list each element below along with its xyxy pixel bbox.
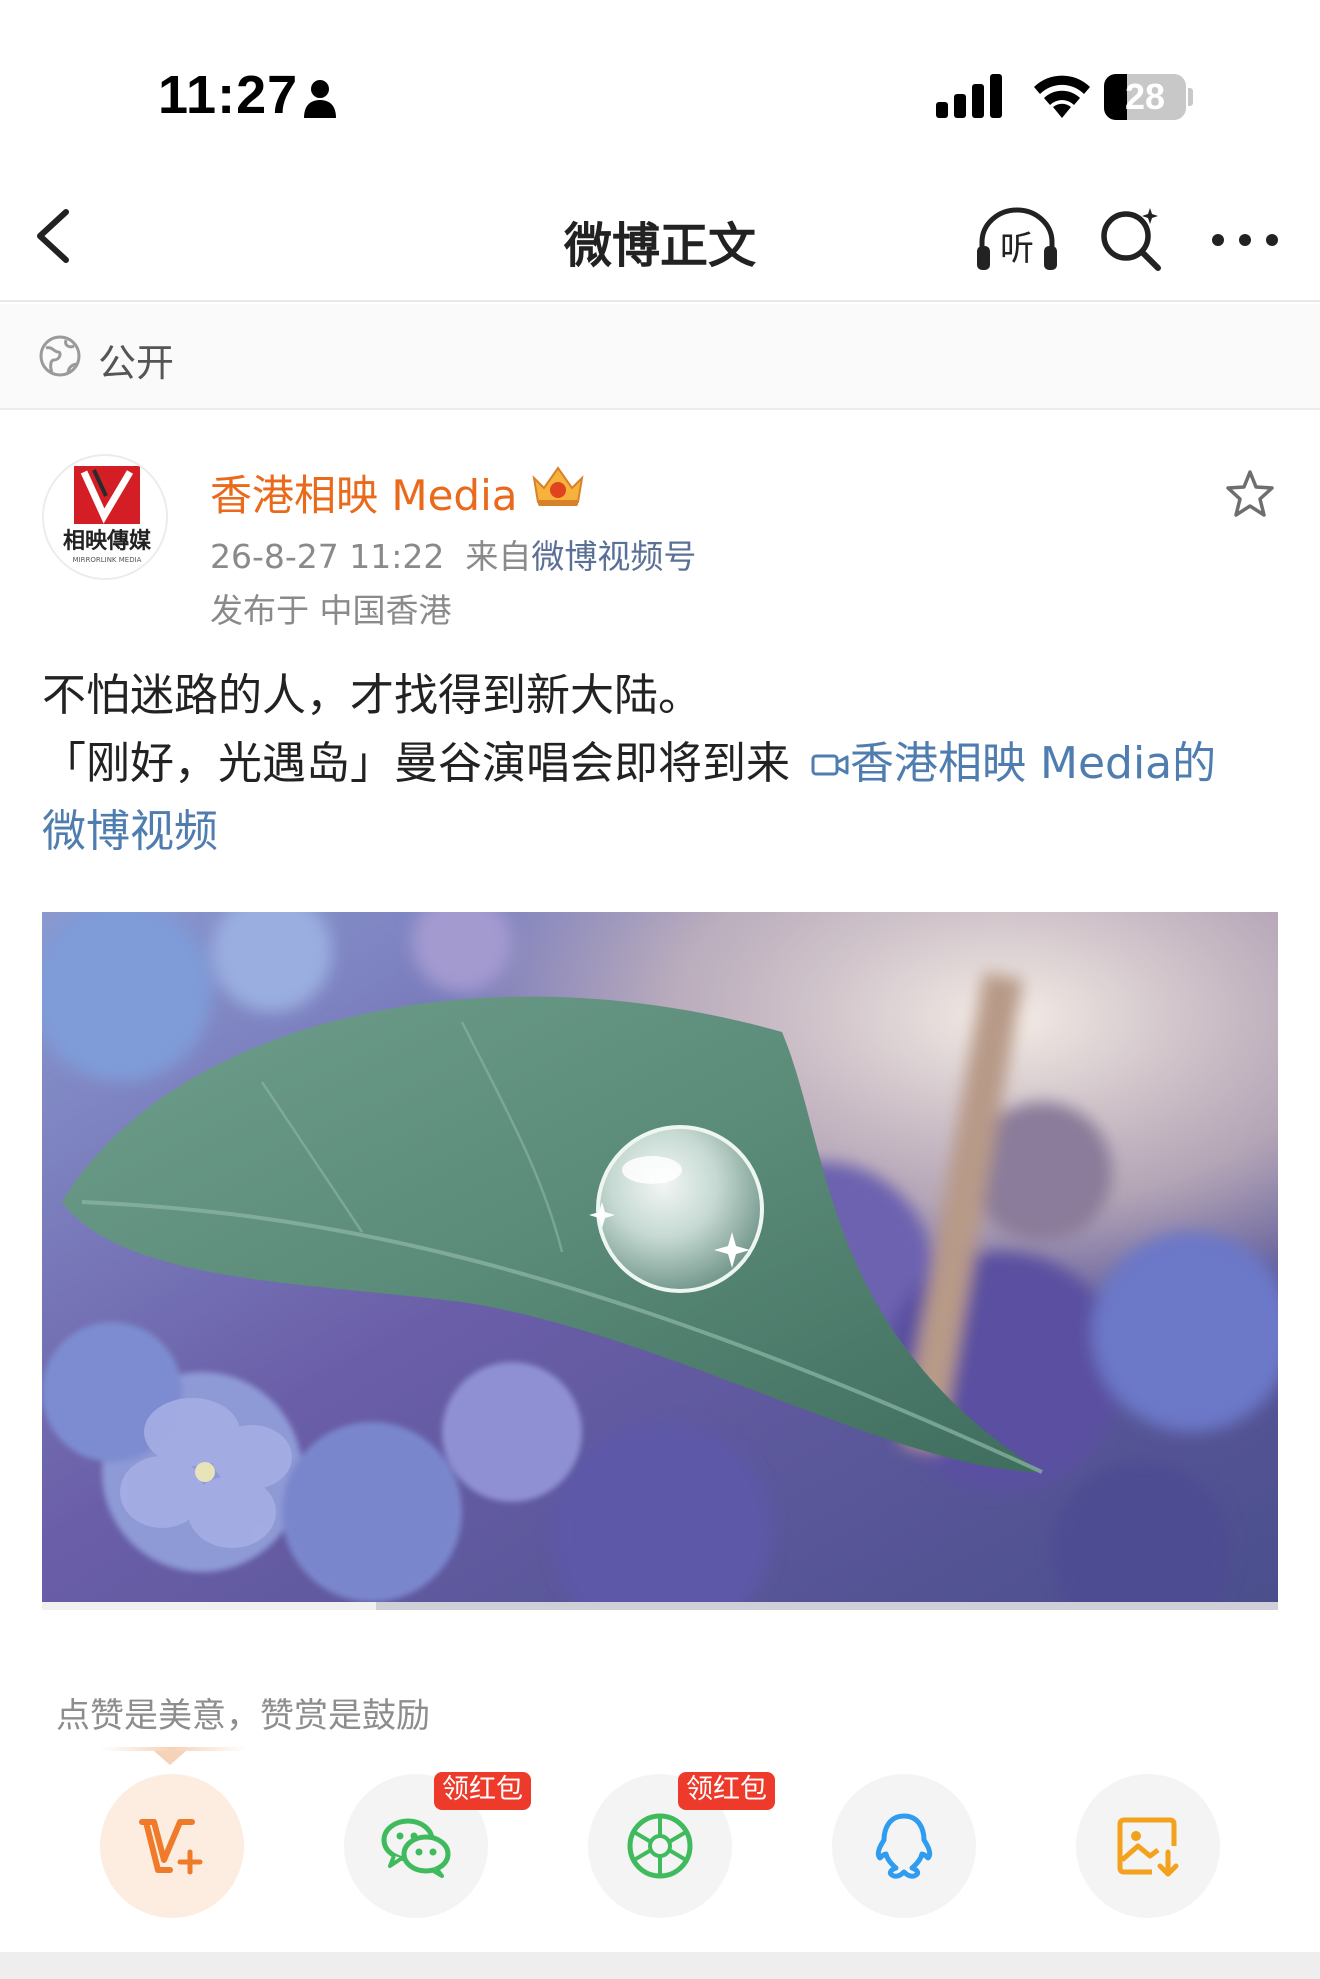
post-line-2-text: 「刚好，光遇岛」曼谷演唱会即将到来: [42, 738, 790, 789]
moments-icon: [627, 1813, 693, 1879]
avatar-subtext: MIRRORLINK MEDIA: [73, 556, 142, 564]
video-camera-icon: [811, 754, 849, 776]
hint-pointer: [154, 1751, 186, 1765]
listen-icon[interactable]: 听: [974, 204, 1060, 274]
video-player[interactable]: [42, 912, 1278, 1610]
avatar[interactable]: 相映傳媒 MIRRORLINK MEDIA: [42, 454, 168, 580]
save-image-button[interactable]: [1076, 1774, 1220, 1918]
video-frame-image: [42, 912, 1278, 1610]
video-progress-fill: [42, 1602, 376, 1610]
qq-share-button[interactable]: [832, 1774, 976, 1918]
nav-bar: 微博正文 听: [0, 170, 1320, 302]
more-icon[interactable]: [1210, 230, 1280, 250]
wifi-icon: [1034, 75, 1090, 118]
post-meta: 26-8-27 11:22 来自微博视频号: [210, 530, 696, 578]
listen-label: 听: [1000, 229, 1034, 269]
globe-icon: [39, 335, 81, 377]
bottom-comment-bar-edge: [0, 1952, 1320, 1979]
person-icon: [304, 80, 336, 118]
v-plus-icon: [139, 1819, 203, 1875]
red-packet-badge: 领红包: [678, 1772, 775, 1810]
crown-icon[interactable]: [530, 462, 586, 508]
video-link[interactable]: 香港相映 Media的: [804, 738, 1216, 789]
post-source-prefix: 来自: [465, 537, 532, 576]
status-time: 11:27: [158, 65, 299, 125]
reward-hint: 点赞是美意，赞赏是鼓励: [56, 1696, 430, 1736]
search-icon[interactable]: [1096, 204, 1166, 274]
battery-icon: 28: [1104, 74, 1193, 120]
reward-button[interactable]: [100, 1774, 244, 1918]
post-text: 不怕迷路的人，才找得到新大陆。 「刚好，光遇岛」曼谷演唱会即将到来 香港相映 M…: [42, 662, 1282, 866]
cellular-signal-icon: [936, 74, 1002, 118]
post-location: 发布于 中国香港: [210, 591, 452, 630]
avatar-text: 相映傳媒: [63, 528, 152, 554]
post-line-1: 不怕迷路的人，才找得到新大陆。: [42, 670, 702, 721]
favorite-star-icon[interactable]: [1224, 468, 1276, 520]
video-link-text-2[interactable]: 微博视频: [42, 798, 1282, 866]
battery-percentage: 28: [1124, 76, 1166, 117]
visibility-row: 公开: [0, 304, 1320, 410]
video-progress-bar[interactable]: [42, 1602, 1278, 1610]
save-image-icon: [1117, 1817, 1179, 1877]
post-source-link[interactable]: 微博视频号: [531, 537, 696, 576]
red-packet-badge: 领红包: [434, 1772, 531, 1810]
author-name[interactable]: 香港相映 Media: [210, 462, 518, 523]
qq-icon: [875, 1813, 933, 1879]
wechat-icon: [381, 1818, 451, 1878]
status-bar: 11:27 28: [0, 0, 1320, 160]
video-link-text-1[interactable]: 香港相映 Media的: [850, 738, 1216, 789]
post-line-2: 「刚好，光遇岛」曼谷演唱会即将到来 香港相映 Media的: [42, 730, 1282, 798]
visibility-label: 公开: [98, 341, 175, 385]
post-date: 26-8-27 11:22: [210, 537, 445, 576]
